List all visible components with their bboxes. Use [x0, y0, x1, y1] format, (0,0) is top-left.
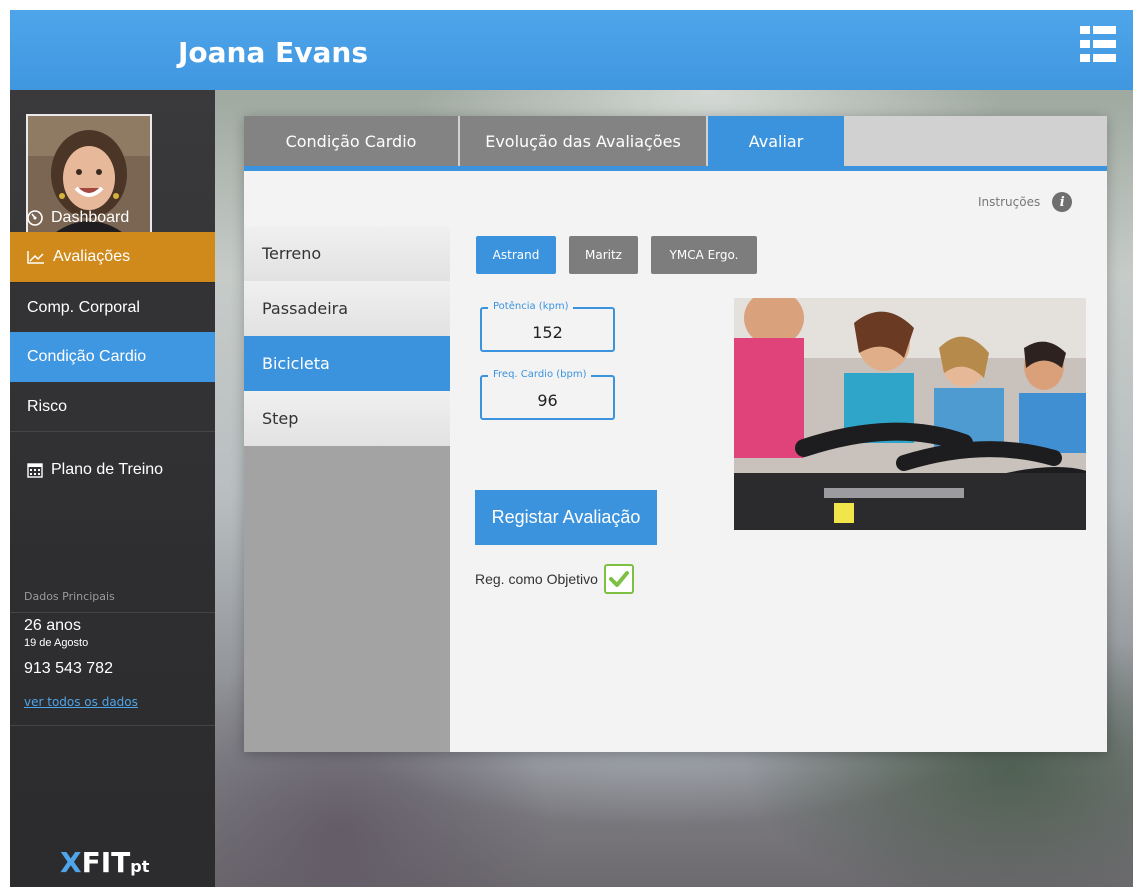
sidebar: Dashboard Avaliações Comp. Corporal Cond… — [10, 90, 215, 887]
app-window: Joana Evans Dashboard Avaliações Comp. C… — [10, 10, 1133, 887]
sidebar-item-label: Condição Cardio — [27, 348, 147, 365]
sidebar-item-risco[interactable]: Risco — [10, 382, 215, 432]
sidebar-item-label: Avaliações — [53, 248, 131, 265]
sidebar-item-plano-de-treino[interactable]: Plano de Treino — [10, 437, 215, 502]
divider — [10, 612, 215, 613]
see-all-data-link[interactable]: ver todos os dados — [24, 695, 138, 709]
sidebar-item-comp-corporal[interactable]: Comp. Corporal — [10, 282, 215, 332]
user-name: Joana Evans — [178, 36, 368, 69]
freq-cardio-value[interactable]: 96 — [482, 391, 613, 410]
instructions-link[interactable]: Instruções i — [978, 192, 1073, 212]
section-title: Dados Principais — [24, 590, 115, 603]
subnav-item-step[interactable]: Step — [244, 391, 450, 446]
checkmark-icon — [608, 571, 629, 587]
objective-row: Reg. como Objetivo — [475, 564, 634, 594]
protocol-astrand-button[interactable]: Astrand — [476, 236, 556, 274]
tab-underline — [244, 166, 1107, 171]
potencia-value[interactable]: 152 — [482, 323, 613, 342]
freq-cardio-field[interactable]: Freq. Cardio (bpm) 96 — [480, 369, 615, 420]
potencia-label: Potência (kpm) — [488, 301, 574, 312]
subnav-item-terreno[interactable]: Terreno — [244, 226, 450, 281]
header-bar: Joana Evans — [10, 10, 1133, 90]
sidebar-item-label: Risco — [27, 397, 68, 415]
protocol-maritz-button[interactable]: Maritz — [569, 236, 638, 274]
potencia-field[interactable]: Potência (kpm) 152 — [480, 301, 615, 352]
sub-navigation: Terreno Passadeira Bicicleta Step — [244, 226, 450, 752]
chart-icon — [27, 250, 45, 264]
subnav-item-bicicleta[interactable]: Bicicleta — [244, 336, 450, 391]
dashboard-icon — [27, 210, 43, 226]
age-text: 26 anos — [24, 617, 81, 634]
sidebar-item-avaliacoes[interactable]: Avaliações — [10, 232, 215, 282]
calendar-icon — [27, 462, 43, 478]
menu-list-icon[interactable] — [1080, 26, 1116, 62]
info-icon[interactable]: i — [1052, 192, 1073, 212]
objective-checkbox[interactable] — [603, 564, 634, 594]
birthday-text: 19 de Agosto — [24, 637, 89, 649]
protocol-ymca-button[interactable]: YMCA Ergo. — [651, 236, 757, 274]
objective-label: Reg. como Objetivo — [475, 571, 598, 587]
tab-avaliar[interactable]: Avaliar — [708, 116, 844, 166]
sidebar-item-label: Plano de Treino — [51, 460, 164, 478]
divider — [10, 725, 215, 726]
tab-condicao-cardio[interactable]: Condição Cardio — [244, 116, 458, 166]
tab-bar: Condição Cardio Evolução das Avaliações … — [244, 116, 1107, 166]
main-panel: Condição Cardio Evolução das Avaliações … — [244, 116, 1107, 752]
instructions-label: Instruções — [978, 195, 1041, 209]
sidebar-item-label: Dashboard — [51, 209, 130, 226]
subnav-item-passadeira[interactable]: Passadeira — [244, 281, 450, 336]
sidebar-item-condicao-cardio[interactable]: Condição Cardio — [10, 332, 215, 382]
xfit-logo: XFITpt — [60, 846, 150, 879]
register-evaluation-button[interactable]: Registar Avaliação — [475, 490, 657, 545]
tab-evolucao-avaliacoes[interactable]: Evolução das Avaliações — [460, 116, 706, 166]
freq-cardio-label: Freq. Cardio (bpm) — [488, 369, 592, 380]
sidebar-item-label: Comp. Corporal — [27, 298, 140, 316]
cycling-class-photo — [734, 298, 1086, 530]
phone-text: 913 543 782 — [24, 660, 113, 677]
